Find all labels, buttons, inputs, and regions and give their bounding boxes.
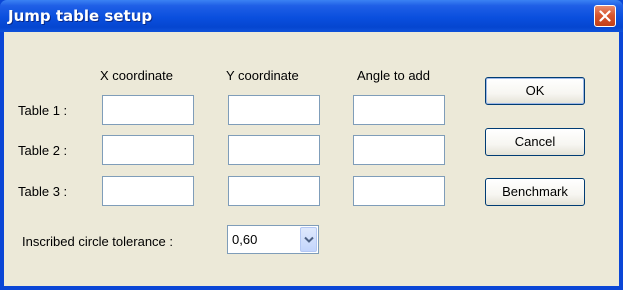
table-1-x-input[interactable] xyxy=(102,95,194,125)
tolerance-dropdown-button[interactable] xyxy=(300,227,317,252)
cancel-button[interactable]: Cancel xyxy=(485,128,585,156)
tolerance-value: 0,60 xyxy=(232,232,258,247)
table-3-y-input[interactable] xyxy=(228,176,320,206)
close-button[interactable] xyxy=(594,5,616,27)
row-label-table-3: Table 3 : xyxy=(18,184,68,199)
column-header-angle: Angle to add xyxy=(357,68,431,83)
close-icon xyxy=(599,10,611,22)
table-2-y-input[interactable] xyxy=(228,135,320,165)
dialog-body: X coordinate Y coordinate Angle to add T… xyxy=(4,32,619,286)
dialog-title: Jump table setup xyxy=(8,7,153,25)
table-1-angle-input[interactable] xyxy=(353,95,445,125)
column-header-x: X coordinate xyxy=(100,68,173,83)
table-3-x-input[interactable] xyxy=(102,176,194,206)
table-1-y-input[interactable] xyxy=(228,95,320,125)
table-3-angle-input[interactable] xyxy=(353,176,445,206)
dialog-window: Jump table setup X coordinate Y coordina… xyxy=(0,0,623,290)
table-2-x-input[interactable] xyxy=(102,135,194,165)
tolerance-label: Inscribed circle tolerance : xyxy=(22,234,174,249)
tolerance-select[interactable]: 0,60 xyxy=(227,225,319,254)
row-label-table-2: Table 2 : xyxy=(18,143,68,158)
row-label-table-1: Table 1 : xyxy=(18,103,68,118)
title-bar[interactable]: Jump table setup xyxy=(0,0,623,32)
chevron-down-icon xyxy=(304,236,314,243)
benchmark-button[interactable]: Benchmark xyxy=(485,178,585,206)
table-2-angle-input[interactable] xyxy=(353,135,445,165)
ok-button[interactable]: OK xyxy=(485,77,585,105)
column-header-y: Y coordinate xyxy=(226,68,299,83)
